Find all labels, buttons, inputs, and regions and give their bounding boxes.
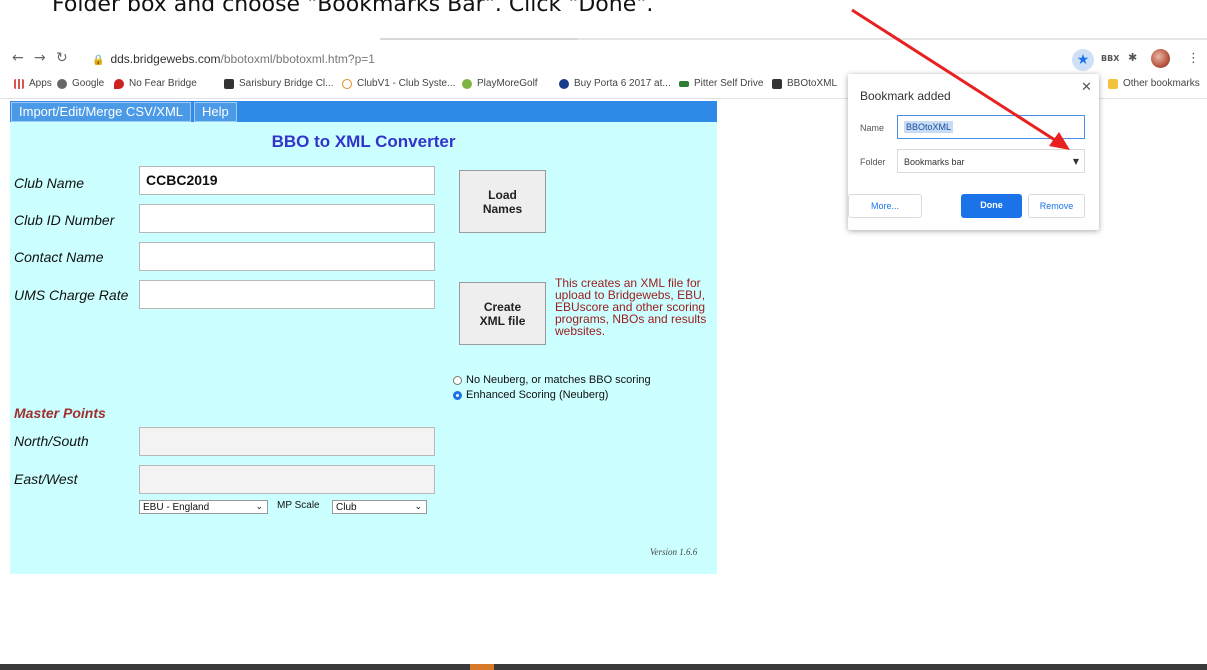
bookmark-no-fear-bridge[interactable]: No Fear Bridge — [114, 78, 197, 89]
menu-help[interactable]: Help — [194, 102, 237, 122]
radio-circle-selected — [453, 390, 462, 400]
bookmark-clubv1[interactable]: ClubV1 - Club Syste... — [342, 78, 455, 89]
url-host: dds.bridgewebs.com — [110, 52, 221, 66]
bookmark-porta[interactable]: Buy Porta 6 2017 at... — [559, 78, 671, 89]
reload-icon[interactable]: ↻ — [56, 50, 68, 66]
region-select[interactable]: EBU - England ⌄ — [139, 500, 268, 514]
taskbar-accent — [470, 664, 494, 670]
url-path: /bbotoxml/bbotoxml.htm?p=1 — [220, 52, 375, 66]
radio-no-neuberg[interactable]: No Neuberg, or matches BBO scoring — [453, 374, 651, 386]
globe-icon — [57, 78, 67, 89]
mp-scale-label: MP Scale — [277, 500, 320, 511]
close-icon[interactable]: ✕ — [1081, 80, 1092, 95]
club-id-label: Club ID Number — [14, 212, 115, 228]
radio-neuberg[interactable]: Enhanced Scoring (Neuberg) — [453, 389, 608, 401]
extension-icon[interactable]: BBX — [1101, 54, 1119, 63]
ums-charge-label: UMS Charge Rate — [14, 287, 129, 303]
ums-charge-input[interactable] — [139, 280, 435, 309]
bookmark-sarisbury[interactable]: Sarisbury Bridge Cl... — [224, 78, 333, 89]
taskbar — [0, 664, 1207, 670]
remove-button[interactable]: Remove — [1028, 194, 1085, 218]
club-name-input[interactable]: CCBC2019 — [139, 166, 435, 195]
chevron-down-icon: ⌄ — [414, 502, 422, 512]
east-west-input[interactable] — [139, 465, 435, 494]
club-id-input[interactable] — [139, 204, 435, 233]
north-south-label: North/South — [14, 433, 89, 449]
bookmark-bbotoxml[interactable]: BBOtoXML — [772, 78, 837, 89]
forward-icon[interactable]: → — [34, 50, 46, 66]
shop-icon — [559, 78, 569, 89]
app-menu-bar: Import/Edit/Merge CSV/XML Help — [10, 101, 717, 122]
north-south-input[interactable] — [139, 427, 435, 456]
bookmark-other[interactable]: Other bookmarks — [1108, 78, 1200, 89]
club-name-label: Club Name — [14, 175, 85, 191]
create-xml-button[interactable]: Create XML file — [459, 282, 546, 345]
lock-icon: 🔒 — [92, 55, 105, 66]
page-title: BBO to XML Converter — [271, 132, 456, 151]
done-button[interactable]: Done — [961, 194, 1022, 218]
url-field[interactable]: 🔒 dds.bridgewebs.com/bbotoxml/bbotoxml.ht… — [92, 50, 375, 69]
extensions-puzzle-icon[interactable]: ✱ — [1128, 51, 1137, 64]
version-label: Version 1.6.6 — [650, 547, 698, 557]
bookmark-apps[interactable]: Apps — [14, 78, 52, 89]
heart-icon — [114, 78, 124, 89]
radio-circle — [453, 375, 462, 385]
create-xml-description: This creates an XML file for upload to B… — [555, 276, 707, 338]
site-icon — [772, 78, 782, 89]
instruction-caption: Folder box and choose "Bookmarks Bar". C… — [52, 0, 654, 17]
east-west-label: East/West — [14, 471, 78, 487]
contact-name-input[interactable] — [139, 242, 435, 271]
annotation-arrow — [851, 8, 1070, 150]
load-names-button[interactable]: Load Names — [459, 170, 546, 233]
chevron-down-icon: ⌄ — [255, 502, 263, 512]
arrow-head — [1049, 132, 1070, 150]
clubv1-icon — [342, 78, 352, 89]
folder-icon — [1108, 78, 1118, 89]
back-icon[interactable]: ← — [12, 50, 24, 66]
golf-icon — [462, 78, 472, 89]
menu-import-edit-merge[interactable]: Import/Edit/Merge CSV/XML — [11, 102, 191, 122]
profile-avatar[interactable] — [1151, 49, 1170, 68]
site-icon — [224, 78, 234, 89]
more-button[interactable]: More... — [848, 194, 922, 218]
bookmark-playmoregolf[interactable]: PlayMoreGolf — [462, 78, 538, 89]
contact-name-label: Contact Name — [14, 249, 104, 265]
mp-scale-select[interactable]: Club ⌄ — [332, 500, 427, 514]
bookmark-pitter[interactable]: Pitter Self Drive — [679, 78, 763, 89]
car-icon — [679, 80, 689, 87]
master-points-heading: Master Points — [14, 405, 106, 421]
arrow-shaft — [851, 8, 1059, 144]
menu-kebab-icon[interactable]: ⋮ — [1187, 51, 1200, 66]
apps-grid-icon — [14, 78, 24, 89]
bookmark-google[interactable]: Google — [57, 78, 104, 89]
